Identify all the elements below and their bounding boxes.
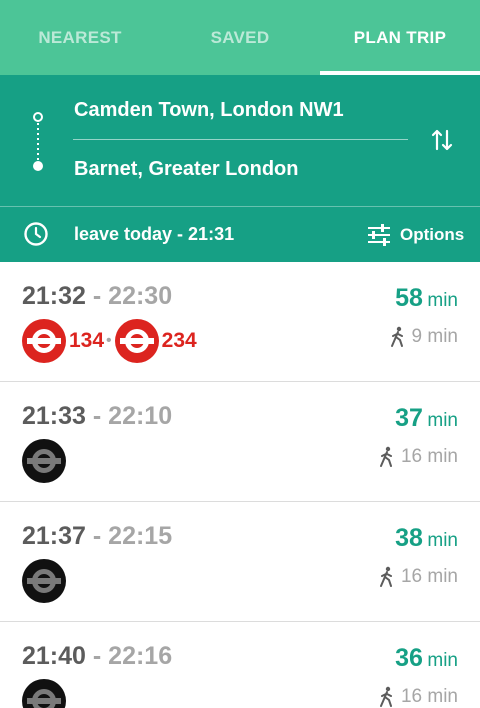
duration-unit: min — [427, 410, 458, 431]
departure-options-bar: leave today - 21:31 Options — [0, 206, 480, 262]
bus-route-number: 134 — [69, 329, 105, 352]
route-dots-icon — [33, 112, 43, 171]
walking-person-icon — [379, 566, 392, 587]
origin-field[interactable]: Camden Town, London NW1 — [74, 99, 344, 122]
sliders-icon — [368, 224, 390, 246]
underground-roundel-icon — [22, 559, 66, 603]
transport-modes: 134 • 234 — [22, 319, 197, 363]
depart-time: 21:33 — [22, 402, 86, 430]
arrive-time: 22:30 — [108, 282, 173, 310]
walk-time: 9 min — [389, 326, 458, 348]
underground-roundel-icon — [22, 439, 66, 483]
walk-time: 16 min — [378, 566, 458, 588]
duration-value: 58 — [395, 284, 423, 312]
walk-duration: 16 min — [400, 686, 458, 707]
clock-icon[interactable] — [23, 221, 49, 247]
duration-unit: min — [427, 650, 458, 671]
duration-value: 37 — [395, 404, 423, 432]
duration-value: 38 — [395, 524, 423, 552]
route-divider — [73, 139, 408, 140]
journey-results-list: 21:32 - 22:30 58 min 134 • 234 9 min 21:… — [0, 262, 480, 708]
arrive-time: 22:15 — [108, 522, 173, 550]
underground-roundel-icon — [22, 679, 66, 708]
walk-time: 16 min — [378, 446, 458, 468]
time-separator: - — [85, 402, 109, 430]
duration-unit: min — [427, 530, 458, 551]
walk-duration: 16 min — [400, 446, 458, 467]
journey-times: 21:32 - 22:30 — [22, 282, 172, 311]
walking-person-icon — [379, 686, 392, 707]
journey-duration: 36 min — [395, 644, 458, 673]
duration-unit: min — [427, 290, 458, 311]
options-label: Options — [400, 225, 465, 244]
time-separator: - — [85, 282, 109, 310]
arrive-time: 22:16 — [108, 642, 173, 670]
journey-duration: 58 min — [395, 284, 458, 313]
leave-time-selector[interactable]: leave today - 21:31 — [74, 224, 234, 245]
bus-route-number: 234 — [161, 329, 197, 352]
swap-vertical-icon[interactable] — [430, 127, 454, 153]
transport-modes — [22, 559, 66, 603]
route-panel: Camden Town, London NW1 Barnet, Greater … — [0, 75, 480, 206]
depart-time: 21:32 — [22, 282, 86, 310]
tab-plan-trip[interactable]: PLAN TRIP — [320, 0, 480, 75]
tab-bar: NEAREST SAVED PLAN TRIP — [0, 0, 480, 75]
transport-modes — [22, 679, 66, 708]
tab-nearest[interactable]: NEAREST — [0, 0, 160, 75]
destination-field[interactable]: Barnet, Greater London — [74, 158, 298, 181]
journey-times: 21:37 - 22:15 — [22, 522, 172, 551]
depart-time: 21:37 — [22, 522, 86, 550]
walk-duration: 9 min — [411, 326, 458, 347]
walking-person-icon — [390, 326, 403, 347]
transport-modes — [22, 439, 66, 483]
tab-saved[interactable]: SAVED — [160, 0, 320, 75]
mode-separator-dot: • — [106, 332, 112, 349]
depart-time: 21:40 — [22, 642, 86, 670]
walk-time: 16 min — [378, 686, 458, 708]
journey-duration: 37 min — [395, 404, 458, 433]
duration-value: 36 — [395, 644, 423, 672]
journey-times: 21:40 - 22:16 — [22, 642, 172, 671]
journey-duration: 38 min — [395, 524, 458, 553]
bus-roundel-icon — [114, 319, 159, 363]
time-separator: - — [85, 522, 109, 550]
journey-row[interactable]: 21:33 - 22:10 37 min 16 min — [0, 382, 480, 502]
journey-row[interactable]: 21:37 - 22:15 38 min 16 min — [0, 502, 480, 622]
journey-row[interactable]: 21:40 - 22:16 36 min 16 min — [0, 622, 480, 708]
walking-person-icon — [379, 446, 392, 467]
walk-duration: 16 min — [400, 566, 458, 587]
journey-row[interactable]: 21:32 - 22:30 58 min 134 • 234 9 min — [0, 262, 480, 382]
bus-roundel-icon — [22, 319, 66, 363]
arrive-time: 22:10 — [108, 402, 173, 430]
time-separator: - — [85, 642, 109, 670]
options-button[interactable]: Options — [366, 219, 464, 251]
journey-times: 21:33 - 22:10 — [22, 402, 172, 431]
